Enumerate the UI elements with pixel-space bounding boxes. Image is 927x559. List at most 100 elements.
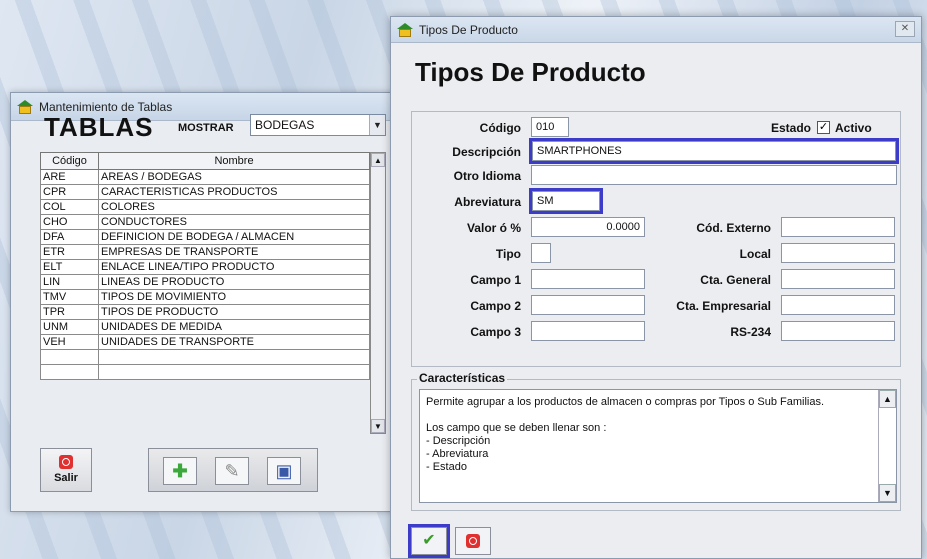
cell-name: AREAS / BODEGAS: [98, 169, 370, 185]
cta-empresarial-field[interactable]: [781, 295, 895, 315]
caracteristicas-line: - Descripción: [426, 435, 491, 447]
app-home-icon: [397, 22, 413, 37]
caracteristicas-line: Los campo que se deben llenar son :: [426, 422, 607, 434]
valor-field[interactable]: 0.0000: [531, 217, 645, 237]
table-row[interactable]: ETR EMPRESAS DE TRANSPORTE: [40, 244, 370, 260]
app-home-icon: [17, 99, 33, 114]
confirm-button[interactable]: ✔: [408, 524, 450, 558]
rs234-label: RS-234: [730, 325, 771, 339]
cell-code: ARE: [40, 169, 99, 185]
caracteristicas-line: [426, 409, 874, 422]
cod-externo-field[interactable]: [781, 217, 895, 237]
power-icon: [59, 455, 73, 469]
table-row[interactable]: [40, 349, 370, 365]
cell-code: COL: [40, 199, 99, 215]
cell-code: UNM: [40, 319, 99, 335]
cta-general-field[interactable]: [781, 269, 895, 289]
local-label: Local: [739, 247, 771, 261]
campo1-field[interactable]: [531, 269, 645, 289]
table-row[interactable]: LIN LINEAS DE PRODUCTO: [40, 274, 370, 290]
table-row[interactable]: ARE AREAS / BODEGAS: [40, 169, 370, 185]
campo2-field[interactable]: [531, 295, 645, 315]
caracteristicas-line: - Estado: [426, 461, 467, 473]
power-icon: [466, 534, 480, 548]
otro-idioma-field[interactable]: [531, 165, 897, 185]
rs234-field[interactable]: [781, 321, 895, 341]
codigo-label: Código: [479, 121, 521, 135]
cell-name: [98, 349, 370, 365]
table-row[interactable]: DFA DEFINICION DE BODEGA / ALMACEN: [40, 229, 370, 245]
table-row[interactable]: CPR CARACTERISTICAS PRODUCTOS: [40, 184, 370, 200]
cell-name: TIPOS DE PRODUCTO: [98, 304, 370, 320]
campo3-label: Campo 3: [470, 325, 521, 339]
cell-name: CONDUCTORES: [98, 214, 370, 230]
table-row[interactable]: TPR TIPOS DE PRODUCTO: [40, 304, 370, 320]
cell-code: VEH: [40, 334, 99, 350]
abreviatura-label: Abreviatura: [454, 195, 521, 209]
right-window-titlebar[interactable]: Tipos De Producto ✕: [391, 17, 921, 43]
table-row[interactable]: [40, 364, 370, 380]
close-icon[interactable]: ✕: [895, 21, 915, 37]
product-types-window: Tipos De Producto ✕ Tipos De Producto Có…: [390, 16, 922, 559]
caracteristicas-textarea[interactable]: Permite agrupar a los productos de almac…: [419, 389, 897, 503]
salir-label: Salir: [54, 472, 78, 484]
cell-code: CPR: [40, 184, 99, 200]
scroll-up-icon[interactable]: ▲: [879, 390, 896, 408]
table-row[interactable]: UNM UNIDADES DE MEDIDA: [40, 319, 370, 335]
table-row[interactable]: CHO CONDUCTORES: [40, 214, 370, 230]
cell-name: CARACTERISTICAS PRODUCTOS: [98, 184, 370, 200]
table-row[interactable]: ELT ENLACE LINEA/TIPO PRODUCTO: [40, 259, 370, 275]
chevron-down-icon[interactable]: ▼: [369, 115, 385, 135]
descripcion-field[interactable]: SMARTPHONES: [529, 138, 899, 164]
cell-name: UNIDADES DE TRANSPORTE: [98, 334, 370, 350]
table-row[interactable]: VEH UNIDADES DE TRANSPORTE: [40, 334, 370, 350]
grid-scrollbar[interactable]: ▲ ▼: [370, 152, 386, 434]
estado-label: Estado: [770, 121, 811, 135]
column-header-nombre[interactable]: Nombre: [98, 152, 370, 170]
add-icon[interactable]: ✚: [163, 457, 197, 485]
cell-name: DEFINICION DE BODEGA / ALMACEN: [98, 229, 370, 245]
edit-icon[interactable]: ✎: [215, 457, 249, 485]
cod-externo-label: Cód. Externo: [696, 221, 771, 235]
cell-code: LIN: [40, 274, 99, 290]
print-icon[interactable]: ▣: [267, 457, 301, 485]
cell-name: EMPRESAS DE TRANSPORTE: [98, 244, 370, 260]
tablas-heading: TABLAS: [44, 112, 154, 142]
valor-label: Valor ó %: [466, 221, 521, 235]
cell-name: COLORES: [98, 199, 370, 215]
cell-name: LINEAS DE PRODUCTO: [98, 274, 370, 290]
scroll-down-icon[interactable]: ▼: [879, 484, 896, 502]
caracteristicas-scrollbar[interactable]: ▲ ▼: [878, 390, 896, 502]
toolbar-group: ✚ ✎ ▣: [148, 448, 318, 492]
cell-name: ENLACE LINEA/TIPO PRODUCTO: [98, 259, 370, 275]
codigo-field[interactable]: 010: [531, 117, 569, 137]
otro-idioma-label: Otro Idioma: [453, 169, 521, 183]
local-field[interactable]: [781, 243, 895, 263]
cell-name: [98, 364, 370, 380]
descripcion-label: Descripción: [452, 145, 521, 159]
right-window-title: Tipos De Producto: [419, 22, 518, 37]
mostrar-select-value: BODEGAS: [255, 118, 315, 132]
abreviatura-field[interactable]: SM: [529, 188, 603, 214]
campo2-label: Campo 2: [470, 299, 521, 313]
caracteristicas-line: Permite agrupar a los productos de almac…: [426, 396, 825, 408]
scroll-down-icon[interactable]: ▼: [371, 419, 385, 433]
cta-empresarial-label: Cta. Empresarial: [676, 299, 771, 313]
cell-code: CHO: [40, 214, 99, 230]
campo3-field[interactable]: [531, 321, 645, 341]
tipo-label: Tipo: [495, 247, 521, 261]
column-header-codigo[interactable]: Código: [40, 152, 99, 170]
mostrar-label: MOSTRAR: [178, 122, 234, 134]
activo-checkbox[interactable]: ✓: [817, 121, 830, 134]
tipo-field[interactable]: [531, 243, 551, 263]
mostrar-select[interactable]: BODEGAS ▼: [250, 114, 386, 136]
table-row[interactable]: COL COLORES: [40, 199, 370, 215]
cell-code: [40, 364, 99, 380]
cell-code: TMV: [40, 289, 99, 305]
table-row[interactable]: TMV TIPOS DE MOVIMIENTO: [40, 289, 370, 305]
caracteristicas-label: Características: [417, 371, 508, 385]
cancel-button[interactable]: [455, 527, 491, 555]
scroll-up-icon[interactable]: ▲: [371, 153, 385, 167]
page-title: Tipos De Producto: [415, 57, 646, 87]
salir-button[interactable]: Salir: [40, 448, 92, 492]
